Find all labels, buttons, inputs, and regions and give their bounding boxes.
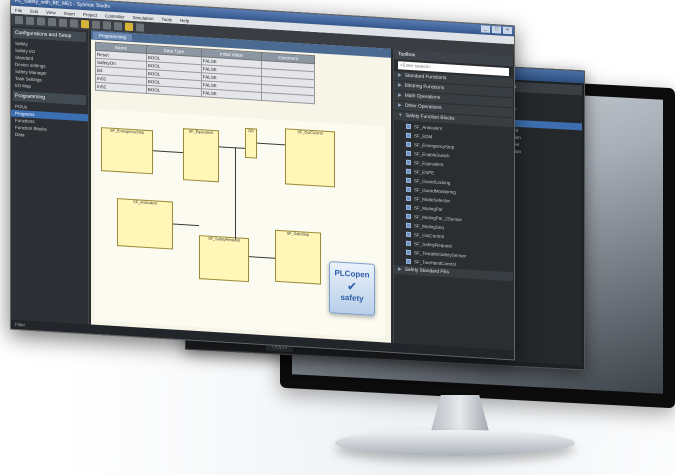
function-block-icon <box>406 150 411 157</box>
function-block-icon <box>406 249 411 256</box>
chevron-right-icon: ▶ <box>398 103 402 109</box>
maximize-icon[interactable]: □ <box>492 26 501 34</box>
window-controls: _ □ × <box>481 25 512 35</box>
menu-tools[interactable]: Tools <box>162 16 173 22</box>
function-block-icon <box>406 195 411 202</box>
main-window: PL_Safety_with_BE_ME1 - Sysmac Studio _ … <box>10 0 515 361</box>
function-block-icon <box>406 168 411 175</box>
toolbox-pane: Toolbox <Enter search> ▶ Standard Functio… <box>393 48 513 355</box>
table-cell[interactable]: InS2 <box>95 82 147 94</box>
function-block-icon <box>406 213 411 220</box>
copy-icon[interactable] <box>59 18 67 28</box>
function-block[interactable]: SF_OutControl <box>285 128 335 188</box>
toolbox-category-label: Math Operations <box>404 93 441 101</box>
function-block-label: SF_Antivalent <box>133 200 157 206</box>
paste-icon[interactable] <box>70 19 78 28</box>
function-block-icon <box>406 258 411 265</box>
function-block-icon <box>406 132 411 139</box>
connection-wire <box>219 146 245 149</box>
multiview-explorer: Configurations and Setup Safety Safety I… <box>11 25 89 331</box>
monitor-stand-base <box>335 430 575 456</box>
logo-text-bottom: safety <box>340 292 364 304</box>
function-block-icon <box>406 240 411 247</box>
toolbox-item-label: SF_Antivalent <box>414 124 443 131</box>
toolbox-item-label: SF_OutControl <box>414 232 445 240</box>
run-icon[interactable] <box>103 21 111 30</box>
plcopen-safety-logo: PLCopen ✔ safety <box>329 261 375 316</box>
menu-simulation[interactable]: Simulation <box>133 15 154 21</box>
chevron-right-icon: ▶ <box>398 83 402 89</box>
monitor-stand-neck <box>430 395 490 435</box>
function-block-label: SF_Equivalent <box>188 129 214 135</box>
menu-view[interactable]: View <box>46 9 56 15</box>
minimize-icon[interactable]: _ <box>481 25 490 33</box>
toolbox-item-label: SF_ESPE <box>414 169 435 176</box>
cut-icon[interactable] <box>48 17 56 27</box>
toolbox-item-label: SF_Equivalent <box>414 160 444 168</box>
chevron-right-icon: ▶ <box>398 73 402 79</box>
function-block-icon <box>406 222 411 229</box>
function-block[interactable]: SF_SafetyRequest <box>199 235 249 283</box>
connection-wire <box>173 223 199 227</box>
function-block-label: SF_EmergencyStop <box>110 128 144 135</box>
function-block-icon <box>406 231 411 238</box>
simulate-icon[interactable] <box>125 22 133 32</box>
connection-wire <box>235 147 236 240</box>
function-block-icon <box>406 204 411 211</box>
function-block[interactable]: SF_Equivalent <box>183 128 219 183</box>
chevron-down-icon: ▼ <box>398 113 403 119</box>
menu-controller[interactable]: Controller <box>105 13 125 19</box>
toolbox-category-label: Bitstring Functions <box>404 83 445 92</box>
function-block-icon <box>406 186 411 193</box>
menu-edit[interactable]: Edit <box>30 8 38 13</box>
toolbox-item-label: SF_GuardLocking <box>414 178 451 186</box>
close-icon[interactable]: × <box>503 26 512 35</box>
tab-programming[interactable]: Programming <box>93 31 133 42</box>
function-block-label: SF_SafetyRequest <box>208 236 240 243</box>
scene: Sysmac Studio Toolbox Logic Timer Counte… <box>0 0 675 475</box>
save-icon[interactable] <box>37 17 45 26</box>
toolbox-category-label: Safety Standard FBs <box>404 267 449 276</box>
function-block-icon <box>406 177 411 184</box>
toolbox-item-label: SF_EDM <box>414 133 433 140</box>
stop-icon[interactable] <box>114 21 122 31</box>
menu-file[interactable]: File <box>15 7 22 12</box>
online-icon[interactable] <box>81 19 89 29</box>
toolbox-item-label: SF_EnableSwitch <box>414 151 450 159</box>
toolbox-item-label: SF_MutingSeq <box>414 223 444 231</box>
connection-wire <box>153 150 183 154</box>
toolbox-category-label: Other Operations <box>404 103 442 111</box>
chevron-right-icon: ▶ <box>398 93 402 99</box>
menu-project[interactable]: Project <box>83 12 97 18</box>
toolbox-item-label: SF_ModeSelector <box>414 196 451 204</box>
build-icon[interactable] <box>136 23 144 32</box>
function-block-icon <box>406 159 411 166</box>
new-icon[interactable] <box>15 15 23 25</box>
function-block[interactable]: SF_SafeStop <box>275 229 321 285</box>
toolbox-item-label: SF_EmergencyStop <box>414 142 455 150</box>
toolbox-category-label: Safety Function Blocks <box>405 113 455 122</box>
open-icon[interactable] <box>26 16 34 26</box>
chevron-right-icon: ▶ <box>398 267 402 273</box>
function-block-label: SF_OutControl <box>297 130 323 136</box>
function-block[interactable]: SF_Antivalent <box>117 198 173 250</box>
toolbox-item-label: SF_MutingPar <box>414 205 443 213</box>
connection-wire <box>249 256 275 259</box>
function-block-label: SF_SafeStop <box>286 231 310 237</box>
function-block[interactable]: SF_EmergencyStop <box>101 127 153 175</box>
toolbox-item-label: SF_SafetyRequest <box>414 241 452 249</box>
menu-insert[interactable]: Insert <box>64 10 75 16</box>
menu-help[interactable]: Help <box>180 17 189 23</box>
function-block[interactable]: OR <box>245 127 257 159</box>
function-block-icon <box>406 141 411 148</box>
transfer-icon[interactable] <box>92 20 100 30</box>
toolbox-category-label: Standard Functions <box>404 73 447 82</box>
function-block-label: OR <box>248 129 254 134</box>
program-editor: Programming Name Data Type Initial Value… <box>91 30 391 347</box>
connection-wire <box>257 142 285 146</box>
function-block-icon <box>406 123 411 130</box>
